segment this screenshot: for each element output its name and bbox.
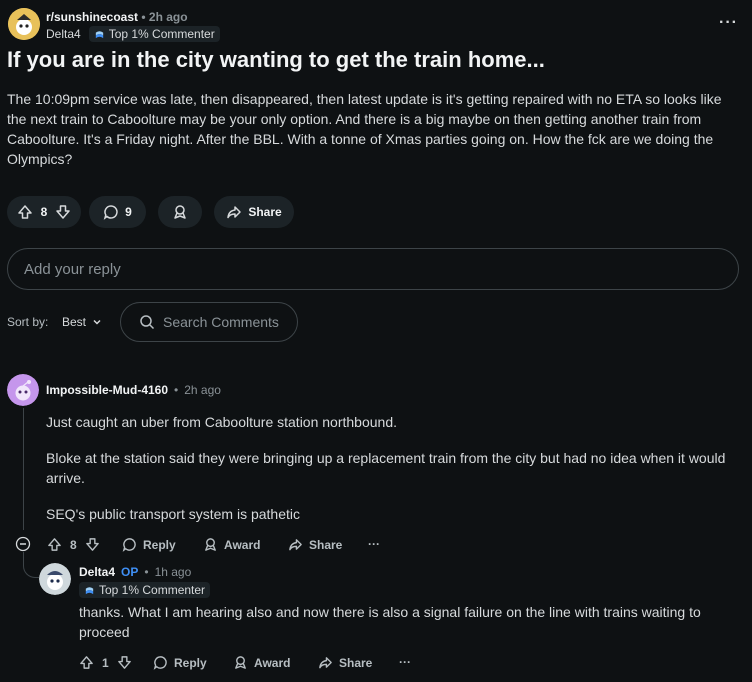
post-vote-count: 8	[40, 205, 48, 219]
share-button[interactable]: Share	[288, 537, 342, 552]
sort-value: Best	[62, 315, 87, 329]
comment-vote-count: 8	[70, 537, 77, 552]
post-time: 2h ago	[148, 10, 188, 24]
reply-button[interactable]: Reply	[153, 655, 207, 670]
author-flair: Top 1% Commenter	[88, 26, 220, 42]
downvote-icon[interactable]	[117, 655, 132, 670]
comment-vote-control: 8	[47, 537, 100, 552]
comment-time: 1h ago	[154, 565, 192, 579]
post-comment-count: 9	[125, 205, 132, 219]
award-label: Award	[254, 655, 291, 670]
share-label: Share	[309, 537, 343, 552]
comment-vote-control: 1	[79, 655, 132, 670]
comment-flair-line: Top 1% Commenter	[79, 582, 211, 601]
post-title: If you are in the city wanting to get th…	[7, 47, 545, 72]
post-author[interactable]: Delta4	[46, 27, 81, 41]
share-label: Share	[339, 655, 373, 670]
comment-paragraph: Just caught an uber from Caboolture stat…	[46, 414, 397, 430]
upvote-icon[interactable]	[17, 204, 33, 220]
share-icon	[288, 537, 303, 552]
avatar[interactable]	[39, 563, 71, 595]
share-button[interactable]: Share	[318, 655, 372, 670]
upvote-icon[interactable]	[47, 537, 62, 552]
comment-icon	[103, 204, 119, 220]
sort-dropdown[interactable]: Best	[62, 315, 102, 329]
comment-author[interactable]: Impossible-Mud-4160	[46, 383, 168, 397]
comment-thread-line[interactable]	[23, 408, 24, 530]
collapse-thread-button[interactable]	[15, 536, 31, 552]
award-label: Award	[224, 537, 261, 552]
award-button[interactable]: Award	[233, 655, 290, 670]
post-share-button[interactable]: Share	[214, 196, 294, 228]
flair-label: Top 1% Commenter	[108, 27, 215, 41]
comment-meta: Impossible-Mud-4160 • 2h ago	[46, 383, 221, 397]
meta-separator: •	[174, 383, 179, 397]
comment-more-options-button[interactable]: ···	[399, 655, 411, 669]
post-author-line: Delta4 Top 1% Commenter	[46, 26, 220, 42]
post-body: The 10:09pm service was late, then disap…	[7, 91, 722, 167]
reply-connector	[23, 552, 39, 578]
comment-more-options-button[interactable]: ···	[368, 537, 380, 551]
share-icon	[318, 655, 333, 670]
comment-body: thanks. What I am hearing also and now t…	[79, 604, 701, 640]
comment-paragraph: SEQ's public transport system is patheti…	[46, 506, 300, 522]
share-icon	[226, 204, 242, 220]
reply-label: Reply	[143, 537, 176, 552]
search-comments-input[interactable]: Search Comments	[120, 302, 298, 342]
post-meta-line: r/sunshinecoast • 2h ago	[46, 10, 188, 24]
comment-icon	[122, 537, 137, 552]
downvote-icon[interactable]	[85, 537, 100, 552]
award-button[interactable]: Award	[203, 537, 260, 552]
comment-vote-count: 1	[102, 655, 109, 670]
award-icon	[233, 655, 248, 670]
post-vote-control: 8	[7, 196, 81, 228]
comment-body: Just caught an uber from Caboolture stat…	[46, 412, 726, 524]
reply-input[interactable]: Add your reply	[7, 248, 739, 290]
avatar[interactable]	[7, 374, 39, 406]
subreddit-link[interactable]: r/sunshinecoast	[46, 10, 138, 24]
meta-separator: •	[144, 565, 149, 579]
search-placeholder: Search Comments	[163, 314, 279, 330]
share-label: Share	[248, 205, 282, 219]
search-icon	[139, 314, 155, 330]
sort-label: Sort by:	[7, 315, 49, 329]
chevron-down-icon	[92, 317, 102, 327]
reply-label: Reply	[174, 655, 207, 670]
reply-button[interactable]: Reply	[122, 537, 176, 552]
downvote-icon[interactable]	[55, 204, 71, 220]
flair-icon	[84, 585, 95, 596]
post-more-options-button[interactable]: ···	[719, 14, 738, 32]
flair-icon	[94, 29, 105, 40]
author-flair: Top 1% Commenter	[79, 582, 211, 598]
award-icon	[172, 204, 188, 220]
comment-time: 2h ago	[184, 383, 221, 397]
comment-author[interactable]: Delta4	[79, 565, 115, 579]
post-comments-button[interactable]: 9	[89, 196, 146, 228]
comment-paragraph: Bloke at the station said they were brin…	[46, 450, 726, 486]
award-icon	[203, 537, 218, 552]
subreddit-avatar[interactable]	[8, 8, 40, 40]
post-award-button[interactable]	[158, 196, 202, 228]
flair-label: Top 1% Commenter	[99, 583, 206, 597]
upvote-icon[interactable]	[79, 655, 94, 670]
op-badge: OP	[121, 565, 139, 579]
meta-separator: •	[141, 10, 146, 24]
comment-meta: Delta4 OP • 1h ago	[79, 565, 191, 579]
comment-icon	[153, 655, 168, 670]
